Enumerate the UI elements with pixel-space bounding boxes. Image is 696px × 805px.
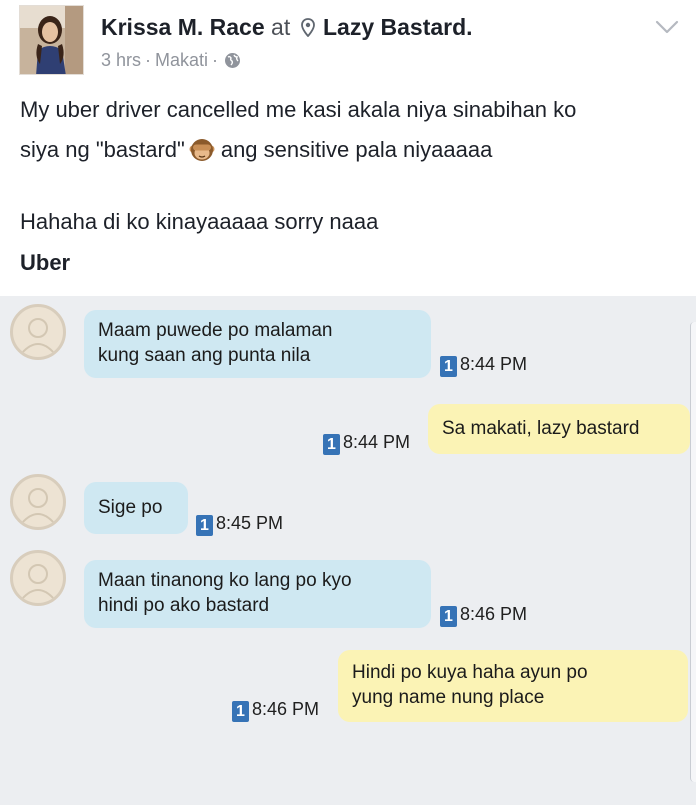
post-meta: 3 hrs · Makati · <box>101 49 241 74</box>
unread-badge: 1 <box>232 701 249 722</box>
post-text-fragment: ang sensitive pala niyaaaaa <box>220 137 493 162</box>
message-timestamp: 1 8:45 PM <box>196 512 283 536</box>
message-bubble-incoming[interactable]: Maan tinanong ko lang po kyo hindi po ak… <box>84 560 431 628</box>
post-header: Krissa M. Race at Lazy Bastard. 3 hrs · Ma… <box>0 0 696 84</box>
message-timestamp: 1 8:46 PM <box>232 698 319 722</box>
author-name[interactable]: Krissa M. Race <box>101 14 265 40</box>
post-label-uber: Uber <box>20 250 71 275</box>
message-bubble-incoming[interactable]: Sige po <box>84 482 188 534</box>
chat-screenshot: Maam puwede po malaman kung saan ang pun… <box>0 296 696 805</box>
meta-separator: · <box>212 50 219 70</box>
message-bubble-outgoing[interactable]: Sa makati, lazy bastard <box>428 404 690 454</box>
post-body: My uber driver cancelled me kasi akala n… <box>20 90 680 242</box>
at-text: at <box>271 14 291 40</box>
message-timestamp: 1 8:44 PM <box>440 353 527 377</box>
message-timestamp: 1 8:46 PM <box>440 603 527 627</box>
driver-avatar <box>10 474 66 530</box>
message-bubble-incoming[interactable]: Maam puwede po malaman kung saan ang pun… <box>84 310 431 378</box>
message-timestamp: 1 8:44 PM <box>323 431 410 455</box>
unread-badge: 1 <box>440 606 457 627</box>
message-text: hindi po ako bastard <box>98 595 270 616</box>
message-text: Maam puwede po malaman <box>98 320 333 341</box>
message-time: 8:46 PM <box>460 604 528 624</box>
map-pin-icon <box>300 15 315 43</box>
message-time: 8:44 PM <box>343 432 411 452</box>
post-time[interactable]: 3 hrs <box>101 50 141 70</box>
globe-icon[interactable] <box>224 52 241 74</box>
message-time: 8:46 PM <box>252 699 320 719</box>
post-text-line: Hahaha di ko kinayaaaaa sorry naaa <box>20 209 379 234</box>
message-text: yung name nung place <box>352 687 545 708</box>
driver-avatar <box>10 304 66 360</box>
message-text: Hindi po kuya haha ayun po <box>352 662 588 683</box>
unread-badge: 1 <box>440 356 457 377</box>
phone-edge <box>690 322 696 782</box>
post-location[interactable]: Makati <box>155 50 208 70</box>
message-time: 8:45 PM <box>216 513 284 533</box>
chevron-down-icon[interactable] <box>654 18 680 36</box>
unread-badge: 1 <box>196 515 213 536</box>
message-text: Sa makati, lazy bastard <box>442 418 640 439</box>
message-text: Sige po <box>98 497 163 518</box>
post-text-line: My uber driver cancelled me kasi akala n… <box>20 97 577 122</box>
post-author-line: Krissa M. Race at Lazy Bastard. <box>101 13 473 43</box>
profile-picture[interactable] <box>19 5 84 75</box>
place-name[interactable]: Lazy Bastard. <box>323 14 473 40</box>
meta-separator: · <box>145 50 152 70</box>
driver-avatar <box>10 550 66 606</box>
post-text-line: siya ng "bastard" ang sensitive pala niy… <box>20 130 680 176</box>
see-no-evil-monkey-icon <box>189 136 215 176</box>
message-time: 8:44 PM <box>460 354 528 374</box>
unread-badge: 1 <box>323 434 340 455</box>
message-text: Maan tinanong ko lang po kyo <box>98 570 352 591</box>
post-text-fragment: siya ng "bastard" <box>20 137 185 162</box>
message-bubble-outgoing[interactable]: Hindi po kuya haha ayun po yung name nun… <box>338 650 688 722</box>
message-text: kung saan ang punta nila <box>98 345 311 366</box>
